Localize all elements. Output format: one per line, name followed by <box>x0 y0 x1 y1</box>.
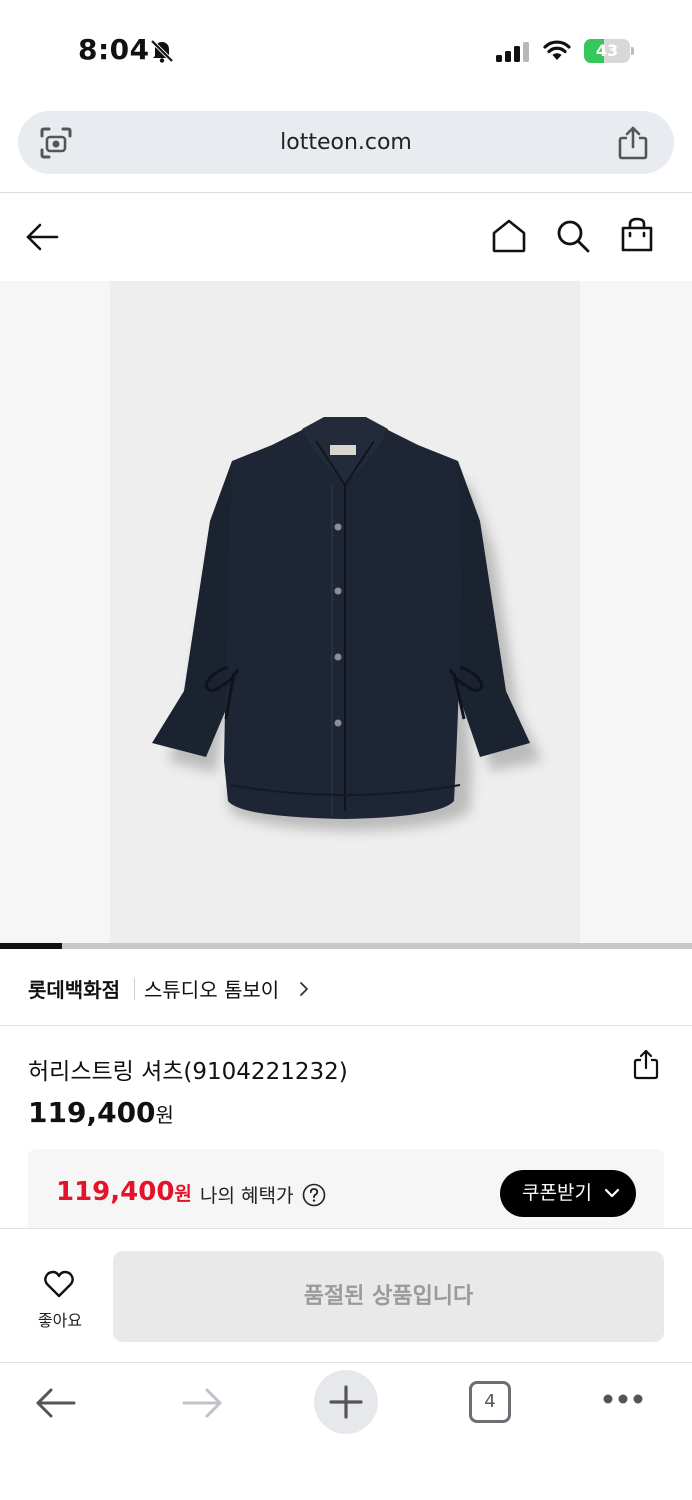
back-arrow-icon[interactable] <box>24 219 60 255</box>
chevron-down-icon <box>604 1188 620 1198</box>
new-tab-button[interactable] <box>314 1370 378 1434</box>
coupon-label: 쿠폰받기 <box>522 1182 592 1204</box>
search-icon[interactable] <box>554 217 592 255</box>
browser-toolbar: 4 <box>0 1362 692 1500</box>
product-price-value: 119,400 <box>28 1096 156 1129</box>
brand-separator <box>134 978 135 1000</box>
benefit-label: 나의 혜택가 <box>200 1185 294 1207</box>
share-icon[interactable] <box>632 1048 660 1080</box>
signal-icon <box>496 42 529 62</box>
chevron-right-icon[interactable] <box>298 980 310 998</box>
coupon-button[interactable]: 쿠폰받기 <box>500 1170 636 1217</box>
gallery-progress-fill <box>0 943 63 949</box>
benefit-price-unit: 원 <box>174 1183 192 1205</box>
product-title: 허리스트링 셔츠(9104221232) <box>28 1059 348 1085</box>
benefit-box: 119,400원 나의 혜택가 쿠폰받기 <box>28 1149 664 1229</box>
product-image-gallery[interactable] <box>0 281 692 943</box>
tab-switcher-button[interactable]: 4 <box>469 1381 511 1423</box>
brand-name[interactable]: 스튜디오 톰보이 <box>144 974 279 1003</box>
store-name: 롯데백화점 <box>28 978 120 1002</box>
status-time: 8:04 <box>78 33 150 66</box>
share-icon[interactable] <box>616 125 650 161</box>
benefit-price-value: 119,400 <box>56 1177 175 1207</box>
price-unit: 원 <box>155 1103 174 1127</box>
divider <box>0 1025 692 1026</box>
url-text[interactable]: lotteon.com <box>18 111 674 174</box>
wifi-icon <box>543 40 571 60</box>
bell-slash-icon <box>150 39 174 63</box>
product-image <box>152 417 542 831</box>
home-icon[interactable] <box>490 217 528 255</box>
bottom-action-bar: 좋아요 품절된 상품입니다 <box>0 1228 692 1362</box>
app-header <box>0 193 692 281</box>
brand-row[interactable]: 롯데백화점 스튜디오 톰보이 <box>0 958 692 1024</box>
product-price: 119,400원 <box>28 1096 174 1129</box>
forward-arrow-icon[interactable] <box>180 1383 224 1423</box>
more-icon[interactable] <box>602 1392 644 1406</box>
battery-indicator: 43 <box>584 39 634 63</box>
gallery-progress <box>0 943 692 949</box>
like-label[interactable]: 좋아요 <box>20 1307 100 1331</box>
plus-icon <box>329 1385 363 1419</box>
status-bar: 8:04 43 <box>0 0 692 100</box>
heart-icon[interactable] <box>43 1269 75 1299</box>
soldout-button[interactable]: 품절된 상품입니다 <box>113 1251 664 1342</box>
benefit-price: 119,400원 <box>56 1177 192 1207</box>
battery-percent: 43 <box>595 41 619 60</box>
help-icon[interactable] <box>302 1183 326 1207</box>
shopping-bag-icon[interactable] <box>618 215 656 255</box>
back-arrow-icon[interactable] <box>34 1383 78 1423</box>
address-bar[interactable]: lotteon.com <box>18 111 674 174</box>
